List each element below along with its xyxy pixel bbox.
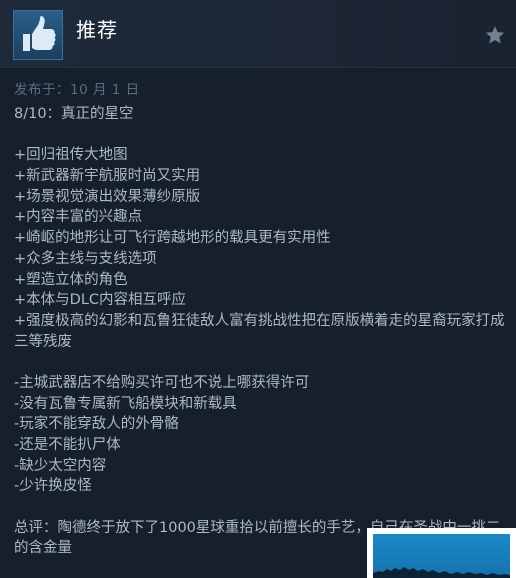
star-icon[interactable] bbox=[484, 24, 506, 46]
thumbs-up-icon bbox=[13, 10, 63, 60]
image-overlay bbox=[367, 528, 516, 578]
con-item: -少许换皮怪 bbox=[14, 478, 92, 495]
con-item: -还是不能扒尸体 bbox=[14, 437, 121, 454]
pro-item: +强度极高的幻影和瓦鲁狂徒敌人富有挑战性把在原版横着走的星裔玩家打成三等残废 bbox=[14, 312, 505, 350]
pro-item: +塑造立体的角色 bbox=[14, 271, 128, 288]
pro-item: +本体与DLC内容相互呼应 bbox=[14, 292, 187, 309]
mountain-image bbox=[373, 534, 510, 578]
review-header: 推荐 bbox=[0, 0, 516, 68]
recommendation-title: 推荐 bbox=[76, 18, 118, 42]
con-item: -缺少太空内容 bbox=[14, 457, 107, 474]
review-body: 8/10：真正的星空 +回归祖传大地图 +新武器新宇航服时尚又实用 +场景视觉演… bbox=[14, 104, 510, 559]
pro-item: +场景视觉演出效果薄纱原版 bbox=[14, 188, 201, 205]
pro-item: +众多主线与支线选项 bbox=[14, 250, 157, 267]
pro-item: +新武器新宇航服时尚又实用 bbox=[14, 168, 201, 185]
rating-line: 8/10：真正的星空 bbox=[14, 106, 134, 122]
con-item: -玩家不能穿敌人的外骨骼 bbox=[14, 416, 179, 433]
pro-item: +内容丰富的兴趣点 bbox=[14, 209, 143, 226]
posted-date: 发布于：10 月 1 日 bbox=[14, 82, 140, 98]
pro-item: +回归祖传大地图 bbox=[14, 147, 128, 164]
pro-item: +崎岖的地形让可飞行跨越地形的载具更有实用性 bbox=[14, 230, 331, 247]
con-item: -没有瓦鲁专属新飞船模块和新载具 bbox=[14, 395, 237, 412]
con-item: -主城武器店不给购买许可也不说上哪获得许可 bbox=[14, 374, 310, 391]
